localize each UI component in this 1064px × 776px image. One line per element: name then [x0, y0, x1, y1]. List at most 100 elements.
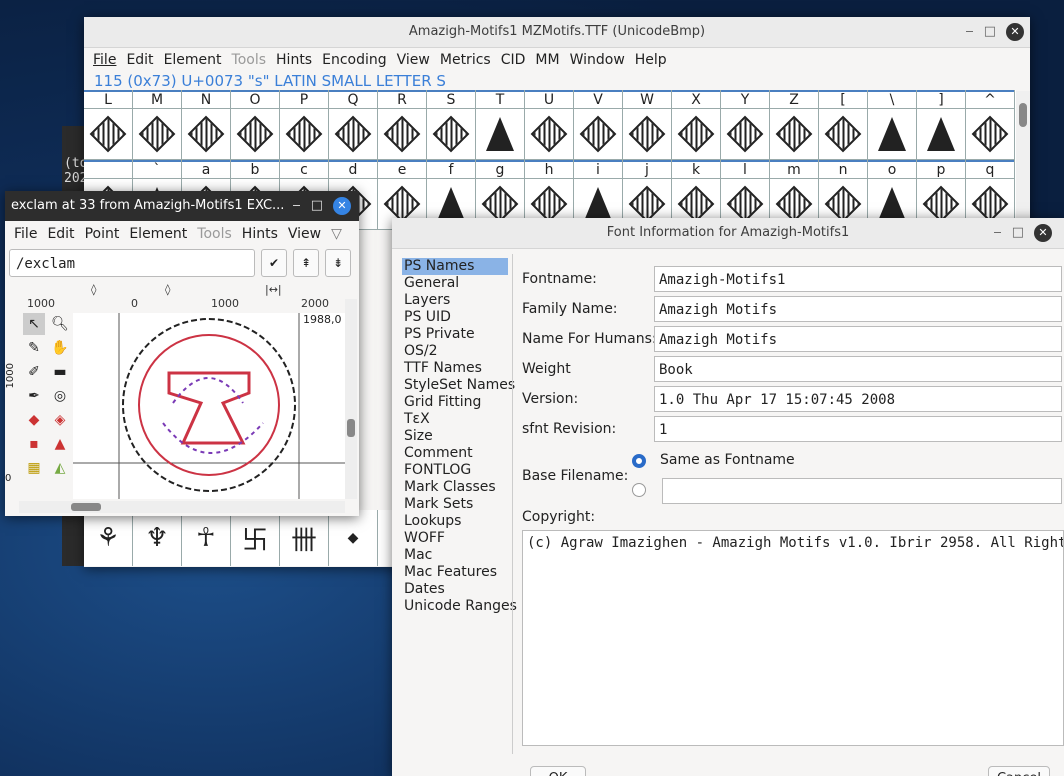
menu-cid[interactable]: CID — [496, 52, 531, 68]
section-item[interactable]: OS/2 — [402, 343, 508, 360]
section-item[interactable]: StyleSet Names — [402, 377, 515, 394]
glyph-cell[interactable]: ◆ — [329, 510, 378, 566]
maximize-icon[interactable]: □ — [984, 17, 996, 47]
copyright-textarea[interactable]: (c) Agraw Imazighen - Amazigh Motifs v1.… — [522, 530, 1064, 746]
glyph-cell[interactable]: Q — [329, 90, 378, 160]
magnify-tool-icon[interactable]: 🔍︎ — [49, 313, 71, 335]
section-item[interactable]: Mac — [402, 547, 508, 564]
scroll-thumb[interactable] — [71, 503, 101, 511]
glyph-cell[interactable]: ⚘ — [84, 510, 133, 566]
scale-tool-icon[interactable]: ▦ — [23, 457, 45, 479]
glyph-cell[interactable]: W — [623, 90, 672, 160]
overflow-menu-icon[interactable]: ▽ — [326, 226, 347, 242]
section-item[interactable]: FONTLOG — [402, 462, 508, 479]
freehand-tool-icon[interactable]: ✎ — [23, 337, 45, 359]
corner-point-icon[interactable]: ▪ — [23, 433, 45, 455]
same-as-fontname-radio[interactable] — [632, 454, 646, 468]
section-item[interactable]: PS Names — [402, 258, 508, 275]
glyph-cell[interactable]: Z — [770, 90, 819, 160]
section-item[interactable]: Layers — [402, 292, 508, 309]
close-icon[interactable]: ✕ — [1034, 224, 1052, 242]
version-field[interactable]: 1.0 Thu Apr 17 15:07:45 2008 — [654, 386, 1062, 412]
scroll-thumb[interactable] — [347, 419, 355, 437]
ok-button[interactable]: OK — [530, 766, 586, 776]
section-item[interactable]: Dates — [402, 581, 508, 598]
glyph-cell[interactable]: ♆ — [133, 510, 182, 566]
glyph-cell[interactable]: V — [574, 90, 623, 160]
menu-tools[interactable]: Tools — [227, 52, 272, 68]
minimize-icon[interactable]: ‒ — [965, 17, 973, 47]
menu-view[interactable]: View — [283, 226, 326, 242]
custom-filename-field[interactable] — [662, 478, 1062, 504]
glyph-cell[interactable]: M — [133, 90, 182, 160]
section-item[interactable]: Mark Sets — [402, 496, 508, 513]
maximize-icon[interactable]: □ — [311, 191, 323, 221]
font-view-titlebar[interactable]: Amazigh-Motifs1 MZMotifs.TTF (UnicodeBmp… — [84, 17, 1030, 48]
glyph-cell[interactable]: ^ — [966, 90, 1015, 160]
menu-tools[interactable]: Tools — [192, 226, 237, 242]
pen-tool-icon[interactable]: ✒ — [23, 385, 45, 407]
section-item[interactable]: WOFF — [402, 530, 508, 547]
minimize-icon[interactable]: ‒ — [292, 191, 300, 221]
rotate-tool-icon[interactable]: ◭ — [49, 457, 71, 479]
menu-help[interactable]: Help — [630, 52, 672, 68]
menu-view[interactable]: View — [392, 52, 435, 68]
section-item[interactable]: Mark Classes — [402, 479, 508, 496]
ruler-tool-icon[interactable]: ▬ — [49, 361, 71, 383]
hv-point-icon[interactable]: ◈ — [49, 409, 71, 431]
cancel-button[interactable]: Cancel — [988, 766, 1050, 776]
prev-glyph-icon[interactable]: ⇞ — [293, 249, 319, 277]
section-item[interactable]: General — [402, 275, 508, 292]
section-item[interactable]: Unicode Ranges — [402, 598, 517, 615]
glyph-cell[interactable]: X — [672, 90, 721, 160]
section-item[interactable]: Grid Fitting — [402, 394, 508, 411]
scroll-thumb[interactable] — [1019, 103, 1027, 127]
glyph-canvas[interactable] — [73, 313, 347, 499]
glyph-cell[interactable]: O — [231, 90, 280, 160]
spiro-tool-icon[interactable]: ◎ — [49, 385, 71, 407]
close-icon[interactable]: ✕ — [333, 197, 351, 215]
weight-field[interactable]: Book — [654, 356, 1062, 382]
glyph-cell[interactable]: S — [427, 90, 476, 160]
glyph-cell[interactable]: P — [280, 90, 329, 160]
menu-metrics[interactable]: Metrics — [435, 52, 496, 68]
menu-encoding[interactable]: Encoding — [317, 52, 392, 68]
minimize-icon[interactable]: ‒ — [993, 218, 1001, 248]
menu-hints[interactable]: Hints — [237, 226, 283, 242]
glyph-cell[interactable]: R — [378, 90, 427, 160]
section-item[interactable]: PS UID — [402, 309, 508, 326]
menu-element[interactable]: Element — [159, 52, 227, 68]
glyph-cell[interactable]: ] — [917, 90, 966, 160]
font-info-titlebar[interactable]: Font Information for Amazigh-Motifs1 ‒ □… — [392, 218, 1064, 249]
menu-point[interactable]: Point — [80, 226, 125, 242]
glyph-cell[interactable]: L — [84, 90, 133, 160]
menu-file[interactable]: File — [9, 226, 42, 242]
glyph-cell[interactable]: 卐 — [231, 510, 280, 566]
check-icon[interactable]: ✔ — [261, 249, 287, 277]
menu-edit[interactable]: Edit — [42, 226, 79, 242]
knife-tool-icon[interactable]: ✐ — [23, 361, 45, 383]
pointer-tool-icon[interactable]: ↖ — [23, 313, 45, 335]
maximize-icon[interactable]: □ — [1012, 218, 1024, 248]
section-item[interactable]: Size — [402, 428, 508, 445]
menu-window[interactable]: Window — [565, 52, 630, 68]
glyph-hscroll[interactable] — [19, 501, 345, 513]
humans-field[interactable]: Amazigh Motifs — [654, 326, 1062, 352]
menu-element[interactable]: Element — [124, 226, 192, 242]
menu-mm[interactable]: MM — [530, 52, 564, 68]
tangent-point-icon[interactable]: ▲ — [49, 433, 71, 455]
glyph-cell[interactable]: [ — [819, 90, 868, 160]
menu-edit[interactable]: Edit — [121, 52, 158, 68]
glyph-cell[interactable]: N — [182, 90, 231, 160]
glyph-cell[interactable]: \ — [868, 90, 917, 160]
curve-point-icon[interactable]: ◆ — [23, 409, 45, 431]
section-item[interactable]: TεX — [402, 411, 508, 428]
close-icon[interactable]: ✕ — [1006, 23, 1024, 41]
glyph-cell[interactable]: U — [525, 90, 574, 160]
section-item[interactable]: PS Private — [402, 326, 508, 343]
glyph-cell[interactable]: ☥ — [182, 510, 231, 566]
section-item[interactable]: Lookups — [402, 513, 508, 530]
menu-file[interactable]: File — [88, 52, 121, 68]
section-item[interactable]: TTF Names — [402, 360, 508, 377]
glyph-cell[interactable]: T — [476, 90, 525, 160]
